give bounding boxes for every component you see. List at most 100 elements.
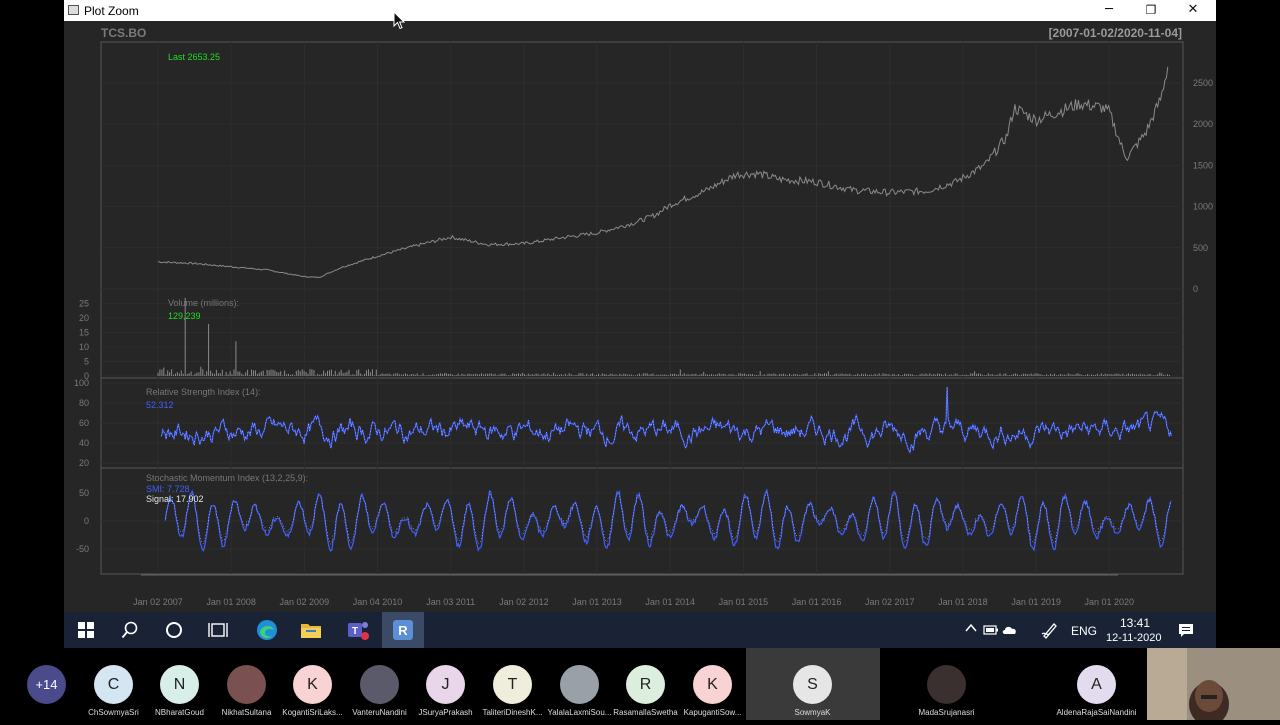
rsi-y-tick: 80 — [79, 398, 89, 408]
participant-name: NikhatSultana — [221, 708, 272, 717]
participant-tile[interactable]: YalalaLaxmiSou... — [546, 648, 613, 720]
quantmod-chart: Jan 02 2007 Jan 01 2008 Jan 02 2009 Jan 04 … — [64, 21, 1216, 612]
smi-y-tick: 50 — [79, 488, 89, 498]
participant-name: JSuryaPrakash — [418, 708, 473, 717]
minimize-button[interactable]: ─ — [1088, 0, 1130, 21]
participant-name: NBharatGoud — [155, 708, 204, 717]
screen: Plot Zoom ─ ❐ ✕ Jan 02 2007 Jan 01 2008 Ja… — [0, 0, 1280, 725]
chart-symbol: TCS.BO — [101, 26, 146, 40]
participant-tile[interactable]: J JSuryaPrakash — [412, 648, 479, 720]
x-tick-label: Jan 03 2011 — [426, 597, 475, 607]
task-view-icon[interactable] — [196, 612, 240, 648]
participant-avatar: J — [426, 665, 465, 704]
smi-signal-value: Signal: 17.902 — [146, 494, 204, 504]
pen-workspace-icon[interactable] — [1041, 621, 1059, 642]
r-app-icon[interactable]: R — [382, 612, 424, 648]
participant-tile[interactable]: NikhatSultana — [213, 648, 280, 720]
participant-photo-avatar — [360, 665, 399, 704]
teams-icon[interactable]: T — [336, 612, 380, 648]
participant-tile[interactable]: VanteruNandini — [346, 648, 413, 720]
volume-y-tick: 20 — [79, 313, 89, 323]
price-y-tick: 2000 — [1193, 119, 1213, 129]
clock-date[interactable]: 12-11-2020 — [1106, 632, 1161, 644]
participant-avatar: +14 — [27, 665, 66, 704]
r-app-label: R — [398, 623, 408, 638]
window-title: Plot Zoom — [84, 4, 139, 18]
x-tick-label: Jan 01 2013 — [572, 597, 622, 607]
price-y-tick: 500 — [1193, 243, 1208, 253]
x-tick-label: Jan 02 2009 — [280, 597, 330, 607]
onedrive-cloud-icon[interactable] — [1002, 624, 1018, 639]
cortana-icon[interactable] — [152, 612, 196, 648]
participant-tile[interactable]: S SowmyaK — [779, 648, 846, 720]
participant-avatar: S — [793, 665, 832, 704]
presenter-video-frame — [1147, 648, 1280, 725]
svg-text:T: T — [352, 626, 358, 637]
file-explorer-icon[interactable] — [289, 612, 333, 648]
participant-tile[interactable]: +14 — [13, 648, 80, 720]
rsi-y-tick: 40 — [79, 438, 89, 448]
participant-avatar: R — [626, 665, 665, 704]
participant-name: SowmyaK — [794, 708, 831, 717]
participant-tile[interactable]: T TaliteriDineshK... — [479, 648, 546, 720]
last-price-label: Last 2653.25 — [168, 52, 220, 62]
clock-time[interactable]: 13:41 — [1120, 616, 1150, 630]
participant-name: KapugantiSow... — [683, 708, 742, 717]
participant-photo-avatar — [560, 665, 599, 704]
participant-name: RasamallaSwetha — [613, 708, 678, 717]
participant-name: VanteruNandini — [352, 708, 407, 717]
volume-y-tick: 10 — [79, 342, 89, 352]
participant-name: YalalaLaxmiSou... — [547, 708, 612, 717]
x-tick-label: Jan 01 2020 — [1085, 597, 1135, 607]
rsi-y-tick: 100 — [74, 378, 89, 388]
x-tick-label: Jan 01 2018 — [938, 597, 988, 607]
windows-start-icon[interactable] — [64, 612, 108, 648]
participant-avatar: A — [1077, 665, 1116, 704]
participant-tile[interactable]: R RasamallaSwetha — [612, 648, 679, 720]
participant-tile[interactable]: MadaSrujanasri — [913, 648, 980, 720]
restore-button[interactable]: ❐ — [1130, 0, 1172, 21]
participant-avatar: N — [160, 665, 199, 704]
volume-y-tick: 25 — [79, 299, 89, 309]
participant-tile[interactable]: K KapugantiSow... — [679, 648, 746, 720]
participant-tile[interactable]: A AldenaRajaSaiNandini — [1046, 648, 1147, 720]
presenter-video — [1147, 648, 1280, 725]
window-titlebar[interactable]: Plot Zoom ─ ❐ ✕ — [64, 0, 1216, 21]
close-button[interactable]: ✕ — [1172, 0, 1214, 21]
x-tick-label: Jan 01 2016 — [792, 597, 842, 607]
show-hidden-icons-button[interactable] — [965, 622, 977, 636]
volume-last-value: 129,239 — [168, 311, 201, 321]
x-tick-label: Jan 02 2017 — [865, 597, 915, 607]
participant-tile[interactable]: K KogantiSriLaks... — [279, 648, 346, 720]
x-tick-label: Jan 02 2012 — [499, 597, 549, 607]
volume-y-tick: 15 — [79, 328, 89, 338]
participant-avatar: T — [493, 665, 532, 704]
participant-name: ChSowmyaSri — [88, 708, 139, 717]
smi-last-value: SMI: 7.728 — [146, 484, 190, 494]
participant-avatar: K — [693, 665, 732, 704]
participant-name: KogantiSriLaks... — [282, 708, 343, 717]
battery-icon[interactable] — [983, 624, 999, 639]
notifications-icon[interactable] — [1178, 622, 1194, 641]
price-y-tick: 2500 — [1193, 78, 1213, 88]
search-icon[interactable] — [108, 612, 152, 648]
price-y-tick: 0 — [1193, 284, 1198, 294]
participant-avatar: K — [293, 665, 332, 704]
app-icon — [68, 5, 79, 15]
chart-date-range: [2007-01-02/2020-11-04] — [1049, 26, 1182, 40]
volume-label: Volume (millions): — [168, 298, 239, 308]
x-tick-label: Jan 02 2007 — [133, 597, 183, 607]
language-indicator[interactable]: ENG — [1071, 624, 1097, 638]
participant-tile[interactable]: C ChSowmyaSri — [80, 648, 147, 720]
rsi-y-tick: 60 — [79, 418, 89, 428]
participant-name: TaliteriDineshK... — [482, 708, 543, 717]
smi-y-tick: -50 — [76, 544, 89, 554]
x-tick-label: Jan 04 2010 — [353, 597, 403, 607]
x-tick-label: Jan 01 2014 — [645, 597, 695, 607]
participant-name: AldenaRajaSaiNandini — [1056, 708, 1137, 717]
participant-name: MadaSrujanasri — [918, 708, 975, 717]
x-tick-label: Jan 01 2019 — [1011, 597, 1061, 607]
edge-browser-icon[interactable] — [245, 612, 289, 648]
participant-tile[interactable]: N NBharatGoud — [146, 648, 213, 720]
chart-background — [64, 21, 1216, 612]
